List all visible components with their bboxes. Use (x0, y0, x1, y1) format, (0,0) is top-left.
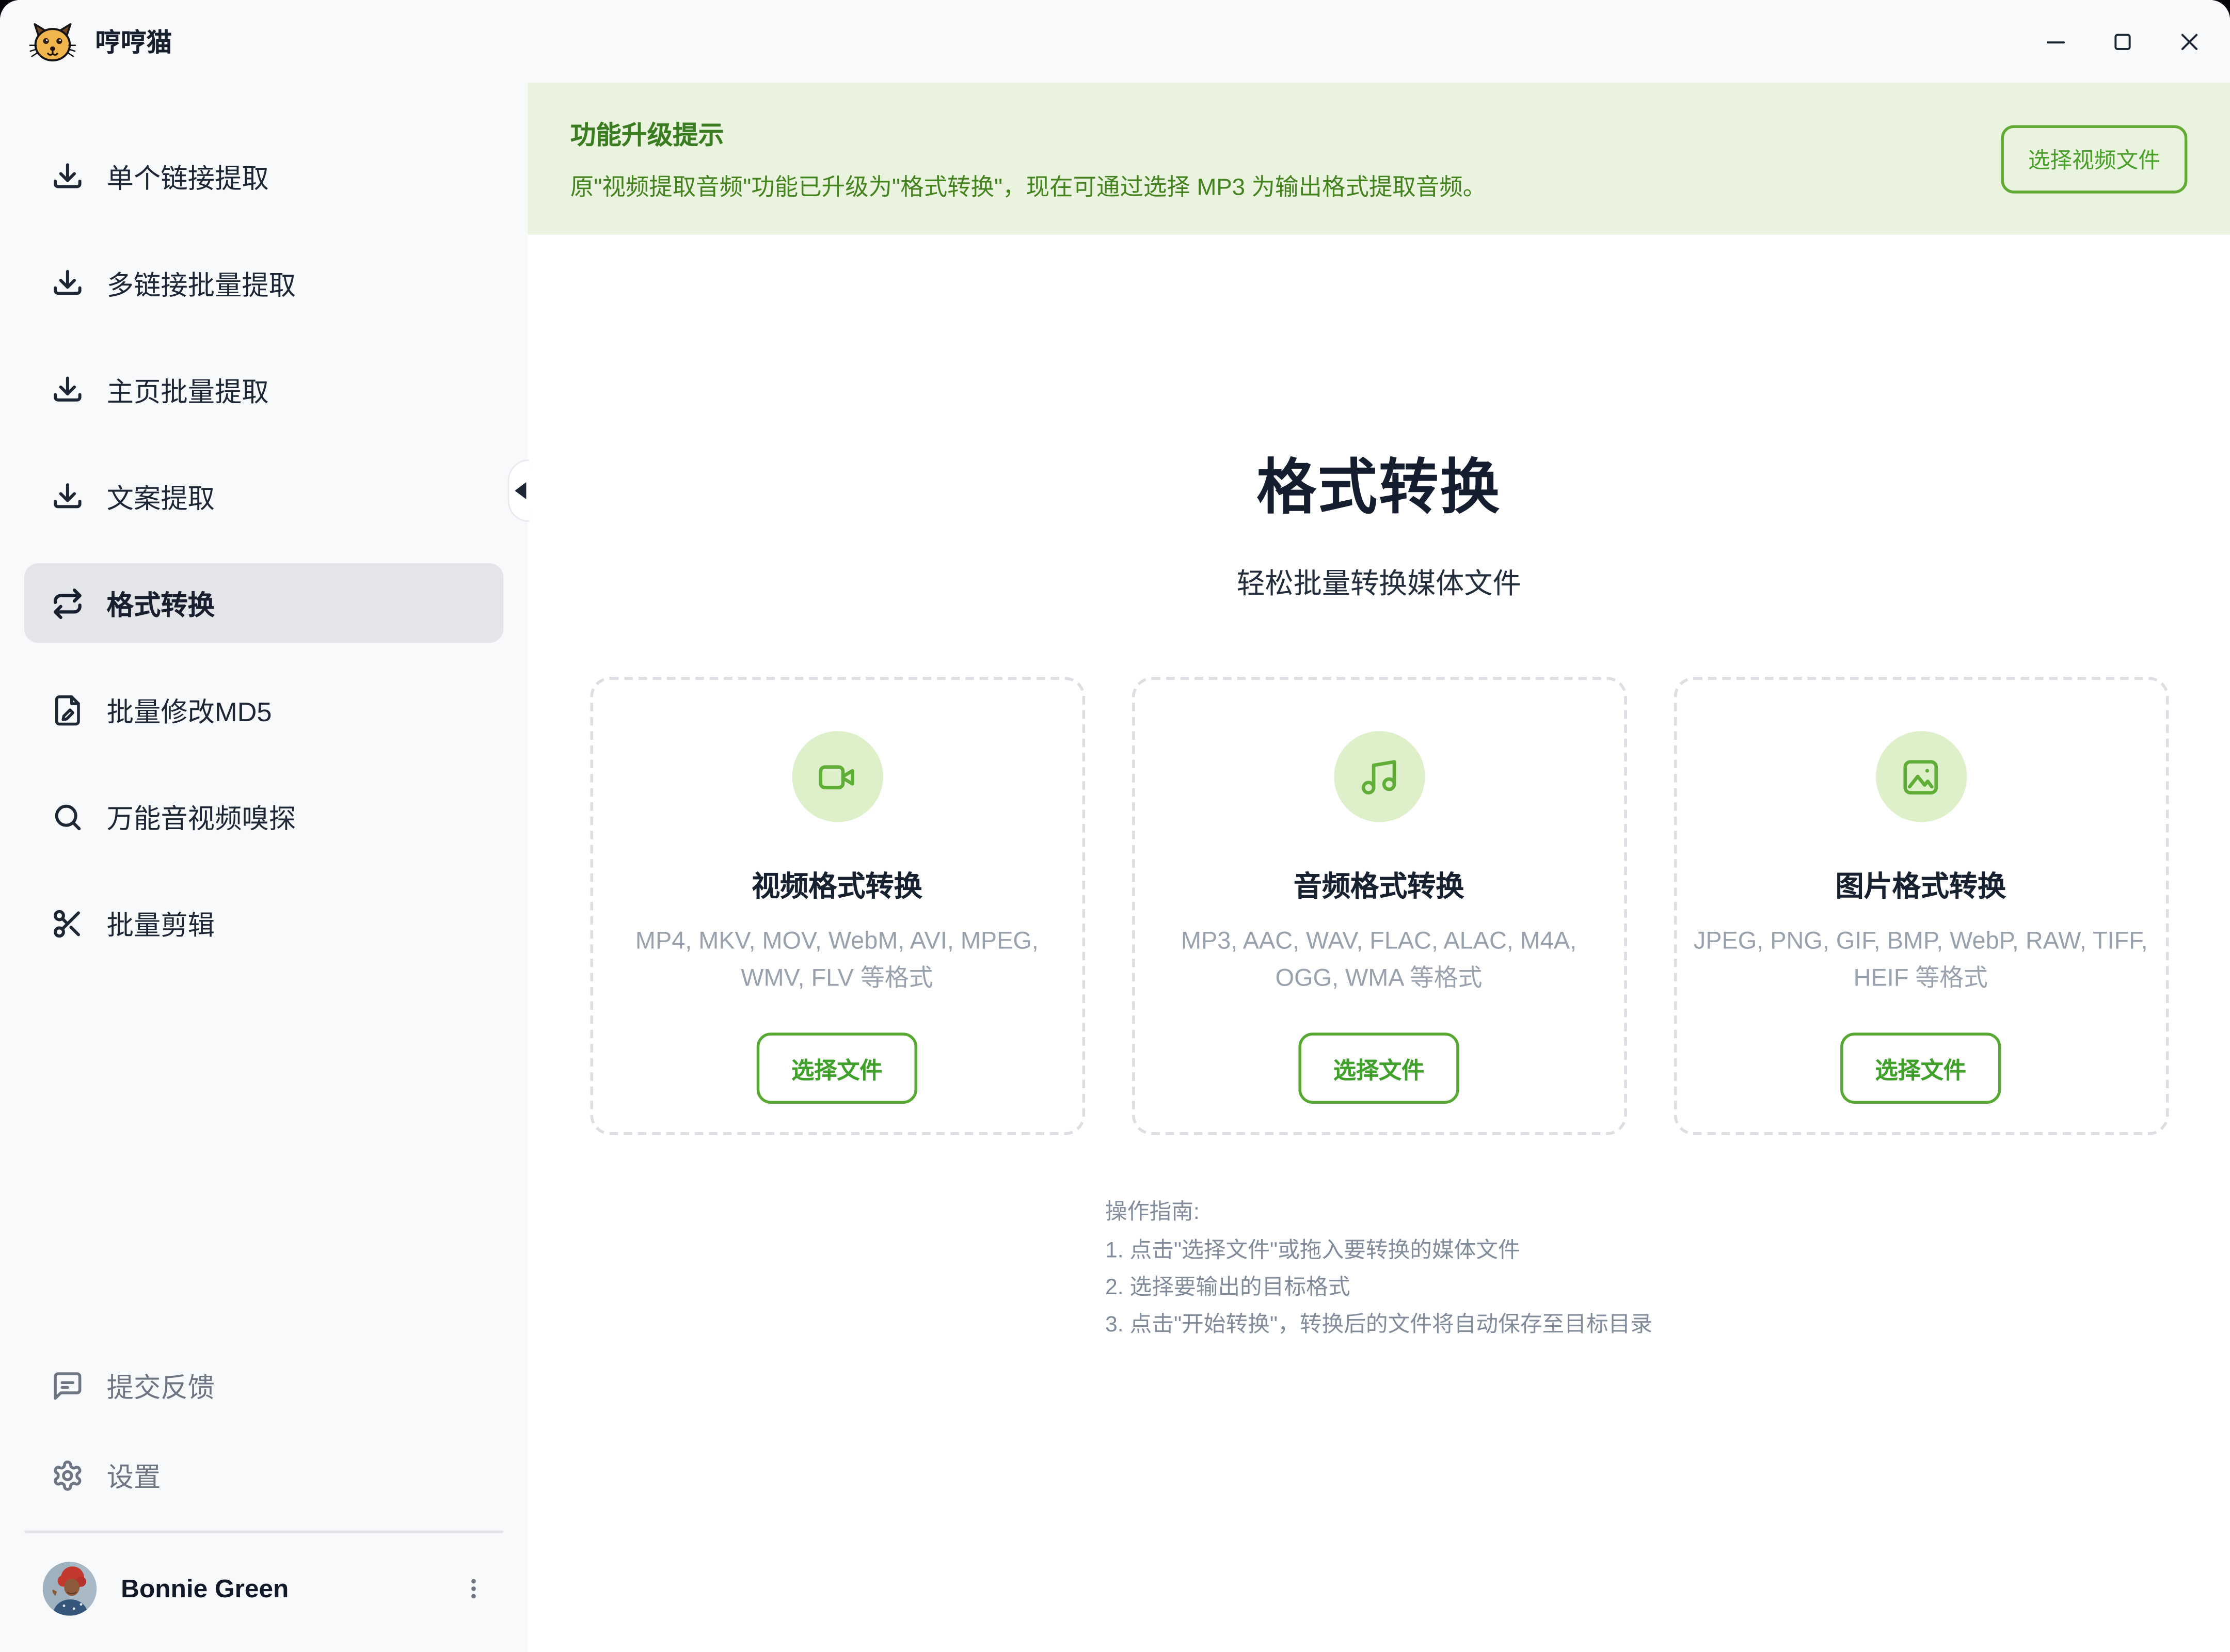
sidebar-item-label: 批量修改MD5 (107, 691, 272, 729)
user-profile-row[interactable]: Bonnie Green (24, 1559, 503, 1616)
sidebar-divider (24, 1530, 503, 1533)
select-video-file-button[interactable]: 选择视频文件 (2001, 124, 2187, 193)
sidebar-item-label: 格式转换 (107, 584, 215, 622)
sidebar-item-label: 单个链接提取 (107, 157, 269, 195)
sidebar-item-label: 设置 (107, 1456, 161, 1494)
card-title: 视频格式转换 (752, 863, 922, 904)
video-icon-circle (791, 731, 882, 822)
avatar (43, 1562, 97, 1616)
sidebar-item-label: 提交反馈 (107, 1366, 215, 1404)
upgrade-banner-title: 功能升级提示 (570, 115, 1486, 152)
upgrade-banner: 功能升级提示 原"视频提取音频"功能已升级为"格式转换"，现在可通过选择 MP3… (528, 83, 2230, 235)
guide-step: 1. 点击"选择文件"或拖入要转换的媒体文件 (1105, 1233, 1652, 1270)
download-icon (51, 267, 84, 299)
app-title: 哼哼猫 (95, 23, 172, 60)
sidebar-item-multi-link-batch-extract[interactable]: 多链接批量提取 (24, 243, 503, 323)
app-body: 单个链接提取 多链接批量提取 主页批量提取 文案提取 格式转换 (0, 83, 2230, 1652)
card-description: MP3, AAC, WAV, FLAC, ALAC, M4A, OGG, WMA… (1134, 923, 1623, 997)
download-icon (51, 160, 84, 193)
maximize-icon (2111, 29, 2135, 53)
upgrade-banner-text: 功能升级提示 原"视频提取音频"功能已升级为"格式转换"，现在可通过选择 MP3… (570, 115, 1486, 202)
select-file-button-video[interactable]: 选择文件 (757, 1032, 917, 1104)
user-name: Bonnie Green (121, 1574, 289, 1604)
sidebar-item-batch-modify-md5[interactable]: 批量修改MD5 (24, 670, 503, 750)
repeat-icon (51, 586, 84, 619)
conversion-cards: 视频格式转换 MP4, MKV, MOV, WebM, AVI, MPEG, W… (528, 677, 2230, 1135)
file-edit-icon (51, 693, 84, 726)
sidebar-item-label: 文案提取 (107, 477, 215, 515)
minimize-icon (2044, 29, 2068, 53)
music-icon (1358, 756, 1399, 797)
maximize-button[interactable] (2111, 29, 2135, 53)
download-icon (51, 373, 84, 406)
sidebar-item-label: 批量剪辑 (107, 904, 215, 942)
image-convert-card[interactable]: 图片格式转换 JPEG, PNG, GIF, BMP, WebP, RAW, T… (1673, 677, 2168, 1135)
guide-section: 操作指南: 1. 点击"选择文件"或拖入要转换的媒体文件 2. 选择要输出的目标… (528, 1195, 2230, 1344)
guide-step: 2. 选择要输出的目标格式 (1105, 1270, 1652, 1307)
gear-icon (51, 1458, 84, 1491)
page-title: 格式转换 (528, 439, 2230, 526)
image-icon-circle (1875, 731, 1966, 822)
video-icon (816, 756, 857, 797)
sidebar-item-label: 主页批量提取 (107, 371, 269, 409)
sidebar-item-label: 万能音视频嗅探 (107, 797, 296, 835)
sidebar-footer: 提交反馈 设置 (0, 1350, 528, 1616)
sidebar-item-single-link-extract[interactable]: 单个链接提取 (24, 136, 503, 216)
main-content: 功能升级提示 原"视频提取音频"功能已升级为"格式转换"，现在可通过选择 MP3… (528, 83, 2230, 1652)
select-file-button-image[interactable]: 选择文件 (1841, 1032, 2000, 1104)
chevron-left-icon (515, 482, 526, 499)
card-title: 音频格式转换 (1294, 863, 1464, 904)
app-window: 哼哼猫 单个链接提取 (0, 0, 2230, 1652)
upgrade-banner-message: 原"视频提取音频"功能已升级为"格式转换"，现在可通过选择 MP3 为输出格式提… (570, 168, 1486, 202)
close-icon (2177, 29, 2202, 53)
music-icon-circle (1333, 731, 1424, 822)
sidebar-item-batch-clip[interactable]: 批量剪辑 (24, 883, 503, 963)
sidebar-collapse-handle[interactable] (508, 459, 529, 522)
app-viewport: 哼哼猫 单个链接提取 (0, 0, 2230, 1652)
download-icon (51, 480, 84, 513)
card-description: MP4, MKV, MOV, WebM, AVI, MPEG, WMV, FLV… (592, 923, 1081, 997)
page-subtitle: 轻松批量转换媒体文件 (528, 561, 2230, 602)
sidebar: 单个链接提取 多链接批量提取 主页批量提取 文案提取 格式转换 (0, 83, 528, 1652)
card-description: JPEG, PNG, GIF, BMP, WebP, RAW, TIFF, HE… (1676, 923, 2165, 997)
sidebar-item-settings[interactable]: 设置 (24, 1439, 503, 1511)
sidebar-item-homepage-batch-extract[interactable]: 主页批量提取 (24, 350, 503, 430)
guide-step: 3. 点击"开始转换"，转换后的文件将自动保存至目标目录 (1105, 1307, 1652, 1344)
close-button[interactable] (2177, 29, 2202, 53)
feedback-icon (51, 1369, 84, 1402)
sidebar-item-copy-extract[interactable]: 文案提取 (24, 456, 503, 536)
guide-text: 操作指南: 1. 点击"选择文件"或拖入要转换的媒体文件 2. 选择要输出的目标… (1105, 1195, 1652, 1344)
sidebar-item-feedback[interactable]: 提交反馈 (24, 1350, 503, 1421)
guide-title: 操作指南: (1105, 1195, 1652, 1232)
user-menu-button[interactable] (452, 1570, 495, 1608)
search-icon (51, 800, 84, 833)
cat-logo-icon (28, 19, 77, 64)
card-title: 图片格式转换 (1835, 863, 2006, 904)
kebab-menu-icon (461, 1576, 487, 1602)
select-file-button-audio[interactable]: 选择文件 (1299, 1032, 1459, 1104)
image-icon (1900, 756, 1941, 797)
scissors-icon (51, 907, 84, 939)
window-controls (2044, 29, 2202, 53)
minimize-button[interactable] (2044, 29, 2068, 53)
sidebar-item-label: 多链接批量提取 (107, 264, 296, 302)
video-convert-card[interactable]: 视频格式转换 MP4, MKV, MOV, WebM, AVI, MPEG, W… (590, 677, 1085, 1135)
sidebar-item-media-sniffer[interactable]: 万能音视频嗅探 (24, 776, 503, 856)
titlebar: 哼哼猫 (0, 0, 2230, 83)
sidebar-item-format-convert[interactable]: 格式转换 (24, 563, 503, 643)
audio-convert-card[interactable]: 音频格式转换 MP3, AAC, WAV, FLAC, ALAC, M4A, O… (1132, 677, 1627, 1135)
